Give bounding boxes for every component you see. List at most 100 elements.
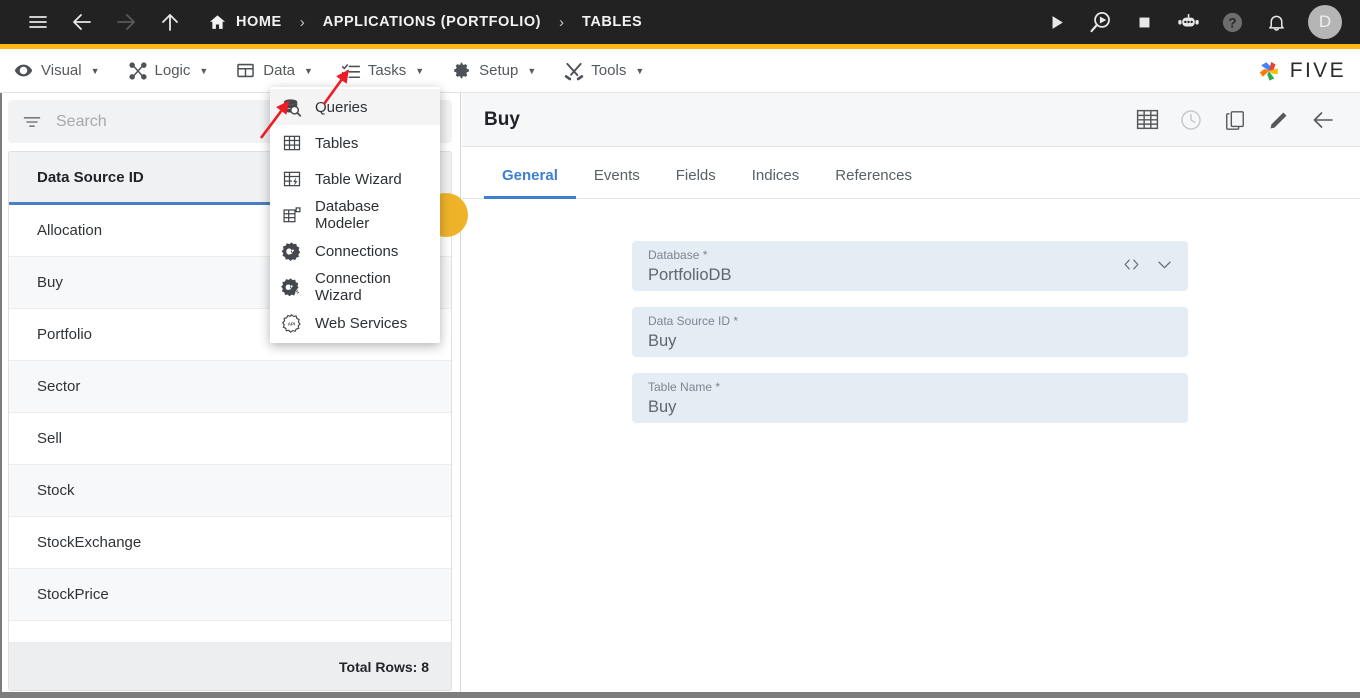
table-detail-panel: Buy General Events Fields Indices Refere… [462,93,1360,693]
menu-data[interactable]: Data ▼ [222,49,327,93]
breadcrumb-item-applications[interactable]: APPLICATIONS (PORTFOLIO) [319,14,545,30]
stop-icon[interactable] [1122,0,1166,44]
tab-label: Events [593,167,640,184]
menu-tasks-label: Tasks [367,62,407,79]
forward-arrow-icon[interactable] [104,0,148,44]
menu-item-table-wizard[interactable]: Table Wizard [270,161,440,197]
chevron-down-icon: ▼ [635,65,645,76]
database-field[interactable]: Database * PortfolioDB [632,241,1188,291]
avatar[interactable]: D [1308,5,1342,39]
table-row[interactable]: Sector [9,361,451,413]
general-form: Database * PortfolioDB Data Source ID * … [462,199,1360,423]
table-grid-icon [281,133,302,154]
code-brackets-icon[interactable] [1122,255,1141,274]
back-arrow-icon[interactable] [1308,105,1338,135]
row-label: Allocation [37,222,103,239]
data-source-id-field-value: Buy [648,332,677,350]
menu-logic-label: Logic [154,62,191,79]
menu-item-label: Queries [315,98,368,116]
edit-pencil-icon[interactable] [1264,105,1294,135]
history-clock-icon[interactable] [1176,105,1206,135]
connections-icon [281,241,302,262]
table-name-field[interactable]: Table Name * Buy [632,373,1188,423]
menu-data-label: Data [263,62,295,79]
grid-empty-row [9,621,451,643]
up-arrow-icon[interactable] [148,0,192,44]
menu-item-label: Database Modeler [315,198,380,232]
chevron-down-icon: ▼ [303,65,313,76]
table-view-icon[interactable] [1132,105,1162,135]
menu-tools-label: Tools [591,62,627,79]
menu-item-label: Connection Wizard [315,270,391,304]
breadcrumb-label-applications: APPLICATIONS (PORTFOLIO) [322,14,542,30]
data-source-id-field[interactable]: Data Source ID * Buy [632,307,1188,357]
menu-item-database-modeler[interactable]: Database Modeler [270,197,440,233]
chevron-down-icon: ▼ [415,65,425,76]
queries-db-search-icon [281,97,302,118]
breadcrumb-label-tables: TABLES [582,14,643,30]
menu-item-web-services[interactable]: API Web Services [270,305,440,341]
connection-wizard-icon [281,277,302,298]
filter-icon[interactable] [22,112,42,132]
menu-setup[interactable]: Setup ▼ [438,49,550,93]
duplicate-copy-icon[interactable] [1220,105,1250,135]
grid-footer: Total Rows: 8 [9,643,451,690]
help-icon[interactable]: ? [1210,0,1254,44]
page-title: Buy [484,108,520,130]
table-row[interactable]: Sell [9,413,451,465]
tab-references[interactable]: References [817,167,930,198]
logic-nodes-icon [128,61,147,80]
hamburger-menu-icon[interactable] [16,0,60,44]
menu-item-connections[interactable]: Connections [270,233,440,269]
row-label: Sell [37,430,63,447]
menu-item-label: Connections [315,242,399,260]
eye-icon [14,61,33,80]
menu-item-tables[interactable]: Tables [270,125,440,161]
application-menubar: Visual ▼ Logic ▼ Data ▼ Tasks ▼ Setup ▼ … [0,49,1360,93]
run-play-icon[interactable] [1034,0,1078,44]
breadcrumb-separator: › [299,13,305,31]
back-arrow-icon[interactable] [60,0,104,44]
breadcrumb-item-home[interactable]: HOME [204,13,286,32]
table-name-field-label: Table Name * [648,380,721,394]
run-debug-icon[interactable] [1078,0,1122,44]
notifications-bell-icon[interactable] [1254,0,1298,44]
checklist-icon [341,61,361,80]
menu-item-label: Web Services [315,314,408,332]
tab-fields[interactable]: Fields [658,167,734,198]
breadcrumb-item-tables[interactable]: TABLES [578,14,646,30]
tab-general[interactable]: General [484,167,576,199]
tools-cross-icon [564,61,584,81]
menu-item-label: Tables [315,134,359,152]
menu-tools[interactable]: Tools ▼ [550,49,658,93]
breadcrumb-separator-2: › [559,13,565,31]
tab-indices[interactable]: Indices [734,167,818,198]
table-name-field-value: Buy [648,398,677,416]
menu-tasks[interactable]: Tasks ▼ [327,49,438,93]
database-field-label: Database * [648,248,708,262]
database-modeler-icon [281,205,302,226]
breadcrumb-label-home: HOME [236,14,282,30]
tab-label: General [502,167,558,184]
menu-item-queries[interactable]: Queries [270,89,440,125]
web-services-api-icon: API [281,313,302,334]
window-bottom-strip [0,692,1360,698]
tab-label: References [835,167,912,184]
tab-events[interactable]: Events [576,167,658,198]
table-row[interactable]: StockExchange [9,517,451,569]
chatbot-icon[interactable] [1166,0,1210,44]
five-pinwheel-icon [1255,57,1283,85]
menu-item-connection-wizard[interactable]: Connection Wizard [270,269,440,305]
chevron-down-icon: ▼ [90,65,100,76]
menu-visual[interactable]: Visual ▼ [0,49,114,93]
chevron-down-icon: ▼ [527,65,537,76]
chevron-down-icon[interactable] [1155,255,1174,274]
menu-visual-label: Visual [41,62,82,79]
home-icon [208,13,227,32]
table-grid-icon [236,61,255,80]
table-row[interactable]: StockPrice [9,569,451,621]
menu-logic[interactable]: Logic ▼ [114,49,223,93]
table-row[interactable]: Stock [9,465,451,517]
data-dropdown-menu: Queries Tables Table Wizard Database Mod… [270,87,440,343]
detail-header: Buy [462,93,1360,147]
